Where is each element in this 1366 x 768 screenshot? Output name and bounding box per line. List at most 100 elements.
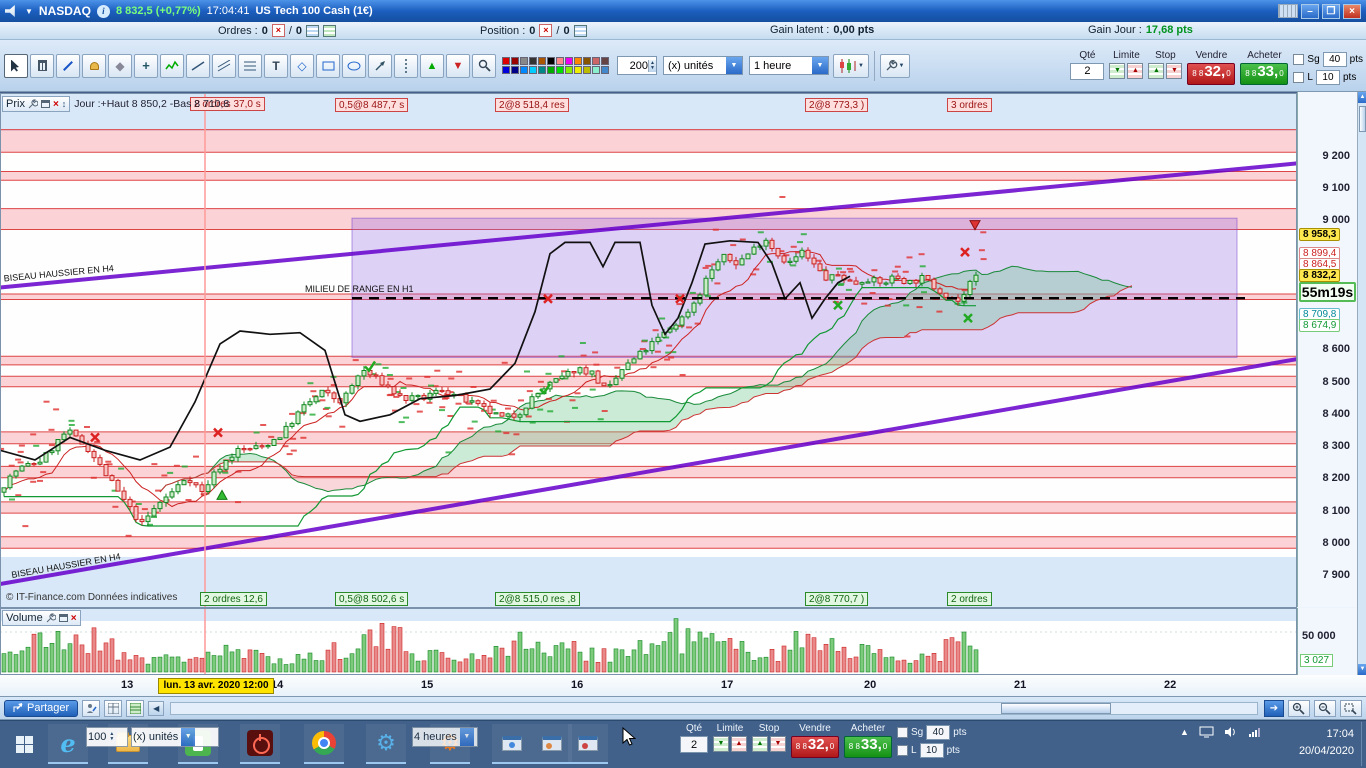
indicator-tool-button[interactable] <box>160 54 184 78</box>
color-palette[interactable] <box>502 57 609 74</box>
show-desktop-button[interactable] <box>1361 722 1366 766</box>
time-axis[interactable]: 1314151617202122 lun. 13 avr. 2020 12:00 <box>0 675 1366 697</box>
scroll-up-arrow[interactable]: ▲ <box>1358 92 1366 103</box>
maximize-button[interactable]: ❐ <box>1322 4 1340 19</box>
volume-panel[interactable]: Volume × <box>0 608 1366 675</box>
horizontal-scroll-thumb[interactable] <box>1001 703 1111 714</box>
sg-checkbox[interactable] <box>1293 54 1304 65</box>
detach-panel-icon[interactable] <box>41 100 50 108</box>
close-position-icon[interactable]: × <box>539 24 552 37</box>
tray-show-hidden-icon[interactable]: ▲ <box>1180 727 1189 737</box>
ghost-sell-limit-icon[interactable]: ▲ <box>731 736 747 752</box>
price-scale-scrollbar[interactable]: ▲ ▼ <box>1357 92 1366 675</box>
ghost-l-checkbox[interactable] <box>897 745 908 756</box>
taskbar-internet-explorer-icon[interactable]: e <box>48 724 88 764</box>
palette-color[interactable] <box>511 66 519 74</box>
eraser-tool-button[interactable]: ◆ <box>108 54 132 78</box>
price-axis[interactable]: 9 2009 1009 0008 6008 5008 4008 3008 200… <box>1297 92 1357 607</box>
close-panel-icon[interactable]: × <box>53 99 59 110</box>
price-settings-wrench-icon[interactable] <box>28 99 38 109</box>
ghost-buy-button[interactable]: 8 833,0 <box>844 736 892 758</box>
zoom-tool-button[interactable] <box>472 54 496 78</box>
system-tray[interactable]: ▲ <box>1180 726 1262 738</box>
palette-color[interactable] <box>529 66 537 74</box>
l-checkbox[interactable] <box>1293 72 1304 83</box>
tray-volume-icon[interactable] <box>1224 726 1238 738</box>
zoom-in-button[interactable] <box>1288 700 1310 717</box>
scroll-left-arrow[interactable]: ◀ <box>148 701 164 716</box>
sg-value-box[interactable]: 40 <box>1323 52 1347 67</box>
start-button[interactable] <box>4 724 44 764</box>
palette-color[interactable] <box>565 66 573 74</box>
position-list-icon[interactable] <box>574 25 587 37</box>
buy-limit-icon[interactable]: ▼ <box>1109 63 1125 79</box>
scroll-down-arrow[interactable]: ▼ <box>1358 664 1366 675</box>
minimize-button[interactable]: – <box>1301 4 1319 19</box>
taskbar-java-app2-icon[interactable] <box>568 724 608 764</box>
palette-color[interactable] <box>556 66 564 74</box>
chart-style-button[interactable]: ▼ <box>833 54 869 78</box>
ghost-quantity-input[interactable] <box>680 736 708 753</box>
timeframe-dropdown-caret[interactable]: ▼ <box>812 57 828 74</box>
taskbar-app-window-icon[interactable] <box>492 724 532 764</box>
orders-list-icon[interactable] <box>306 25 319 37</box>
palette-color[interactable] <box>592 66 600 74</box>
volume-canvas[interactable] <box>0 608 1297 675</box>
order-badge-bottom[interactable]: 2 ordres 12,6 <box>200 592 267 606</box>
ghost-bars-count-spinner[interactable]: 100▲▼ <box>86 727 128 747</box>
tray-display-icon[interactable] <box>1199 726 1214 738</box>
taskbar-java-app-icon[interactable] <box>532 724 572 764</box>
rectangle-shape-tool-button[interactable] <box>316 54 340 78</box>
palette-color[interactable] <box>520 66 528 74</box>
taskbar-clock[interactable]: 17:04 20/04/2020 <box>1299 726 1354 760</box>
ghost-buy-limit-icon[interactable]: ▼ <box>713 736 729 752</box>
bars-count-input[interactable] <box>618 60 648 72</box>
delete-tool-button[interactable] <box>30 54 54 78</box>
share-button[interactable]: Partager <box>4 700 78 717</box>
trendline-tool-button[interactable] <box>186 54 210 78</box>
table-view-icon[interactable] <box>126 700 144 717</box>
instrument-dropdown-caret[interactable]: ▼ <box>25 7 33 16</box>
palette-color[interactable] <box>502 57 510 65</box>
palette-color[interactable] <box>511 57 519 65</box>
ellipse-shape-tool-button[interactable] <box>342 54 366 78</box>
fibonacci-tool-button[interactable] <box>238 54 262 78</box>
ghost-timeframe-select[interactable]: 4 heures▼ <box>412 727 478 747</box>
taskbar-chrome-icon[interactable] <box>304 724 344 764</box>
cancel-orders-icon[interactable]: × <box>272 24 285 37</box>
speaker-icon[interactable] <box>5 5 19 17</box>
order-badge-bottom[interactable]: 0,5@8 502,6 s <box>335 592 408 606</box>
horizontal-scrollbar[interactable] <box>170 702 1258 715</box>
settings-wrench-button[interactable]: ▼ <box>880 54 910 78</box>
zoom-fit-button[interactable] <box>1340 700 1362 717</box>
move-tool-button[interactable]: + <box>134 54 158 78</box>
palette-color[interactable] <box>565 57 573 65</box>
palette-color[interactable] <box>529 57 537 65</box>
ghost-sell-stop-icon[interactable]: ▼ <box>770 736 786 752</box>
text-tool-button[interactable]: T <box>264 54 288 78</box>
grid-view-icon[interactable] <box>104 700 122 717</box>
line-tool-button[interactable] <box>56 54 80 78</box>
units-dropdown-caret[interactable]: ▼ <box>726 57 742 74</box>
volume-close-icon[interactable]: × <box>71 613 77 624</box>
palette-color[interactable] <box>601 57 609 65</box>
palette-color[interactable] <box>601 66 609 74</box>
scroll-thumb[interactable] <box>1359 106 1366 132</box>
order-badge-top[interactable]: 3 ordres <box>947 98 992 112</box>
ghost-sg-checkbox[interactable] <box>897 727 908 738</box>
order-badge-bottom[interactable]: 2@8 515,0 res ,8 <box>495 592 580 606</box>
palette-color[interactable] <box>592 57 600 65</box>
sell-button[interactable]: 8 832,0 <box>1187 63 1235 85</box>
palette-color[interactable] <box>538 66 546 74</box>
volume-settings-wrench-icon[interactable] <box>46 613 56 623</box>
keyboard-icon[interactable] <box>1278 4 1298 18</box>
order-badge-top[interactable]: 0,5@8 487,7 s <box>335 98 408 112</box>
price-chart-panel[interactable]: BISEAU HAUSSIER EN H4MILIEU DE RANGE EN … <box>0 92 1366 607</box>
bars-count-spinner[interactable]: ▲▼ <box>617 56 657 75</box>
palette-color[interactable] <box>583 57 591 65</box>
arrow-tool-button[interactable] <box>368 54 392 78</box>
order-badge-bottom[interactable]: 2@8 770,7 ) <box>805 592 868 606</box>
buy-stop-icon[interactable]: ▲ <box>1148 63 1164 79</box>
tray-network-icon[interactable] <box>1248 726 1262 738</box>
order-badge-top[interactable]: 2@8 518,4 res <box>495 98 569 112</box>
